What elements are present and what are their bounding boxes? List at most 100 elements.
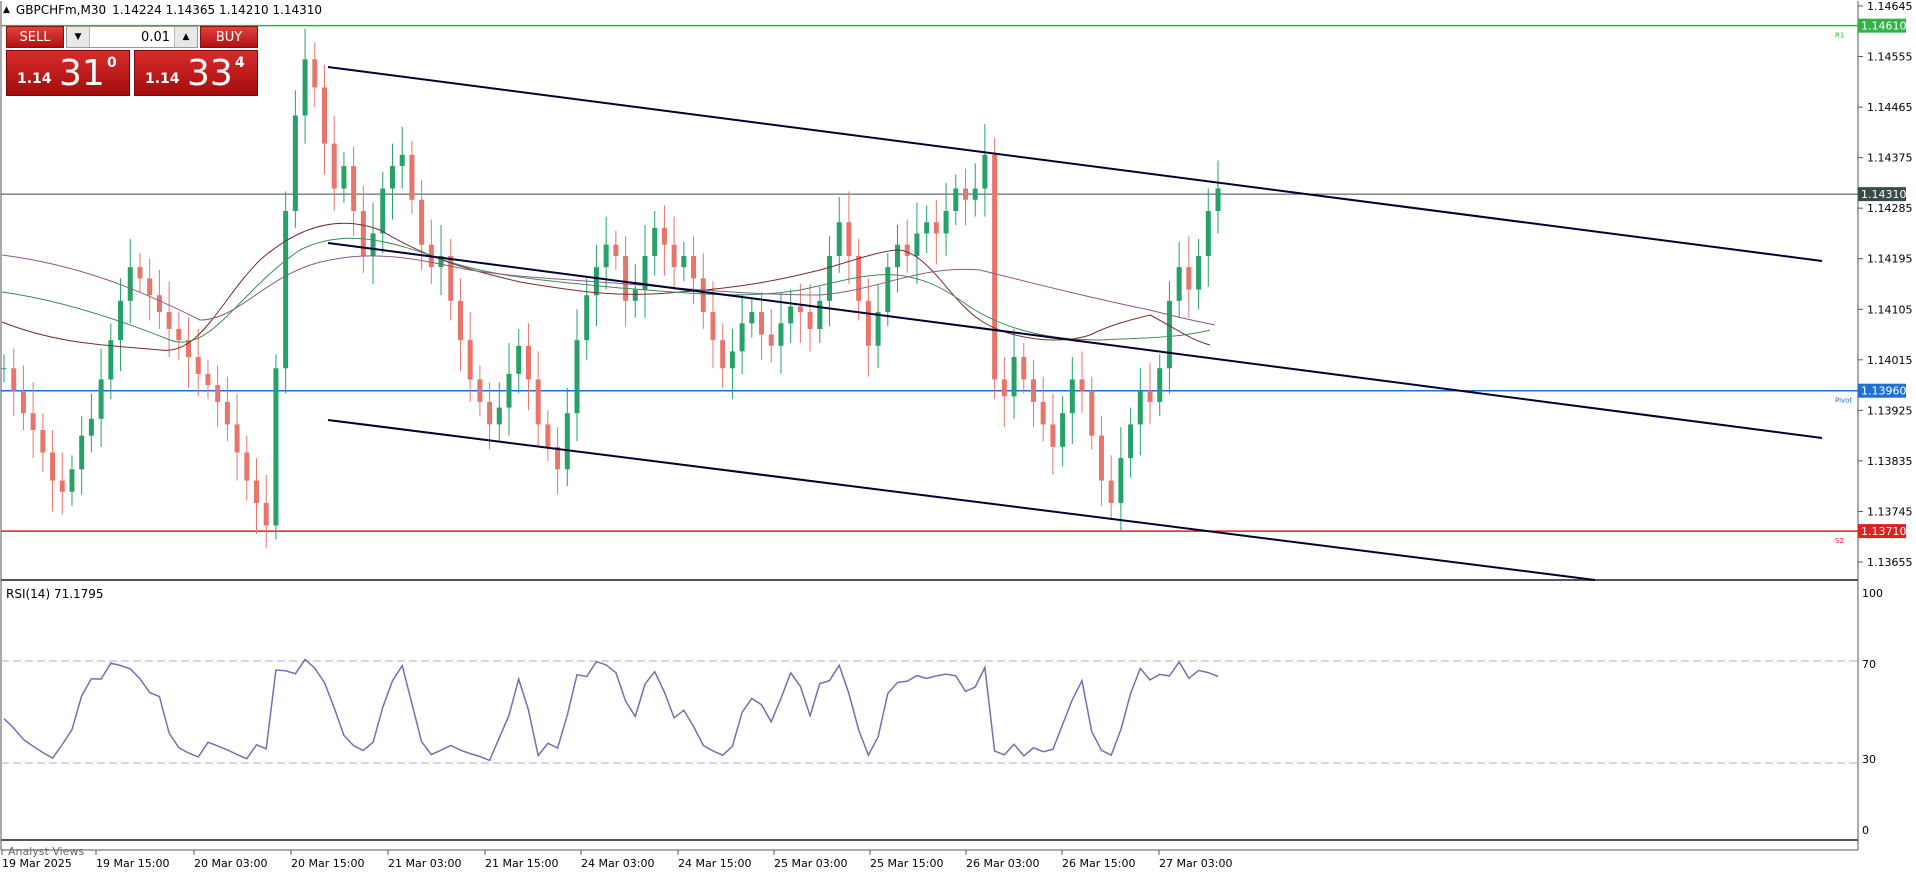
time-tick-label: 24 Mar 03:00	[581, 857, 654, 870]
candle-body	[40, 430, 46, 453]
time-tick-label: 24 Mar 15:00	[678, 857, 751, 870]
candle-body	[244, 452, 250, 481]
candle-body	[156, 295, 162, 313]
candle-body	[778, 323, 784, 346]
price-tick-label: 1.13745	[1867, 505, 1913, 518]
candle-body	[380, 188, 386, 234]
candle-body	[1166, 300, 1172, 369]
time-tick-label: 27 Mar 03:00	[1159, 857, 1232, 870]
candle-body	[331, 143, 337, 189]
buy-button[interactable]: BUY	[200, 26, 258, 48]
level-tag: Pivot	[1835, 397, 1852, 405]
candle-body	[943, 210, 949, 234]
price-tick-label: 1.13925	[1867, 404, 1913, 417]
candle-body	[962, 188, 968, 200]
candle-body	[1137, 390, 1143, 425]
candle-body	[671, 244, 677, 268]
candle-body	[1001, 379, 1007, 397]
one-click-trading-panel: SELL ▼ ▲ BUY 1.14 31 0 1.14 33 4	[6, 26, 258, 96]
price-axis: 1.14645 1.14555 1.14465 1.14375 1.14285 1.141…	[1858, 0, 1913, 569]
candle-body	[564, 413, 570, 470]
candle-body	[525, 345, 531, 380]
candle-body	[574, 340, 580, 414]
collapse-triangle-icon[interactable]: ▲	[3, 5, 10, 15]
candle-body	[1157, 368, 1163, 402]
price-tick-label: 1.14555	[1867, 51, 1913, 64]
lot-increase-icon[interactable]: ▲	[174, 27, 197, 47]
candle-body	[613, 244, 619, 256]
candle-body	[788, 306, 794, 324]
candle-body	[1098, 435, 1104, 481]
candle-body	[312, 59, 318, 88]
candle-body	[399, 154, 405, 167]
candlestick-series	[1, 28, 1221, 548]
rsi-axis-label: 30	[1862, 753, 1876, 766]
level-price-label: 1.13960	[1861, 385, 1907, 398]
candle-body	[555, 446, 561, 470]
candle-body	[302, 59, 308, 116]
candle-body	[477, 379, 483, 402]
price-tick-label: 1.14195	[1867, 253, 1913, 266]
candle-body	[759, 312, 765, 335]
candle-body	[545, 424, 551, 447]
candle-body	[768, 334, 774, 346]
time-axis: 19 Mar 2025 19 Mar 15:00 20 Mar 03:00 20 Ma…	[1, 850, 1232, 870]
time-tick-label: 21 Mar 03:00	[388, 857, 461, 870]
candle-body	[1205, 210, 1211, 256]
sell-price-sup: 0	[107, 55, 117, 71]
candle-body	[661, 227, 667, 245]
sell-price-box[interactable]: 1.14 31 0	[6, 50, 130, 96]
candle-body	[817, 300, 823, 329]
lot-size-control: ▼ ▲	[66, 26, 198, 48]
candle-body	[20, 390, 26, 414]
candle-body	[710, 312, 716, 341]
candle-body	[292, 115, 298, 211]
time-tick-label: 26 Mar 03:00	[966, 857, 1039, 870]
candle-body	[1050, 424, 1056, 447]
rsi-axis-label: 100	[1862, 587, 1883, 600]
candle-body	[506, 373, 512, 408]
candle-body	[215, 385, 221, 402]
candle-body	[205, 373, 211, 386]
channel-upper-line[interactable]	[327, 66, 1823, 262]
candle-body	[700, 278, 706, 313]
time-tick-label: 25 Mar 03:00	[774, 857, 847, 870]
chart-canvas[interactable]: R1PivotS2 1.146451.145551.144651.143751.…	[0, 0, 1916, 874]
candle-body	[409, 154, 415, 200]
candle-body	[254, 480, 260, 504]
candle-body	[351, 166, 357, 211]
candle-body	[652, 227, 658, 256]
candle-body	[137, 267, 143, 279]
candle-body	[195, 357, 201, 374]
channel-lower-line[interactable]	[327, 419, 1596, 581]
candle-body	[487, 401, 493, 425]
candle-body	[11, 368, 17, 391]
price-tick-label: 1.14465	[1867, 101, 1913, 114]
candle-body	[283, 210, 289, 369]
moving-averages	[1, 222, 1216, 351]
analyst-views-tab[interactable]: Analyst Views	[8, 845, 84, 858]
candle-body	[992, 154, 998, 380]
channel-middle-line[interactable]	[327, 242, 1823, 439]
lot-size-input[interactable]	[90, 28, 174, 46]
candle-body	[584, 295, 590, 341]
sell-button[interactable]: SELL	[6, 26, 64, 48]
candle-body	[1176, 267, 1182, 301]
candle-body	[691, 255, 697, 279]
candle-body	[603, 244, 609, 268]
rsi-line	[3, 658, 1219, 762]
candle-body	[1196, 255, 1202, 290]
candle-body	[720, 340, 726, 369]
candle-body	[263, 503, 269, 526]
candle-body	[30, 413, 36, 431]
price-tick-label: 1.13655	[1867, 556, 1913, 569]
level-tag: R1	[1835, 32, 1844, 40]
candle-body	[739, 323, 745, 352]
candle-body	[273, 368, 279, 526]
candle-body	[59, 480, 65, 492]
rsi-axis: 100 70 30 0	[1862, 587, 1883, 837]
sell-price-big: 31	[59, 53, 105, 94]
buy-price-box[interactable]: 1.14 33 4	[134, 50, 258, 96]
lot-decrease-icon[interactable]: ▼	[67, 27, 90, 47]
time-tick-label: 26 Mar 15:00	[1062, 857, 1135, 870]
